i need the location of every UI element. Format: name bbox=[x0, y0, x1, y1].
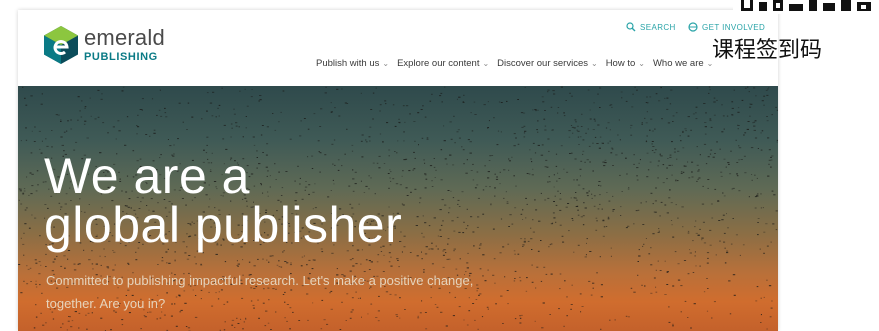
logo-wordmark: emerald bbox=[84, 25, 165, 50]
hero-title-line-1: We are a bbox=[44, 148, 250, 204]
site-header: emerald PUBLISHING SEARCH GET INVOLVED P… bbox=[18, 10, 778, 86]
emerald-logo-mark bbox=[44, 26, 78, 64]
search-icon bbox=[626, 22, 636, 32]
nav-item-services[interactable]: Discover our services ⌄ bbox=[497, 58, 598, 69]
chevron-down-icon: ⌄ bbox=[482, 59, 490, 68]
nav-item-how-to[interactable]: How to ⌄ bbox=[606, 58, 645, 69]
qr-code-fragment bbox=[733, 0, 879, 14]
nav-item-label: Explore our content bbox=[397, 58, 480, 69]
account-label: GET INVOLVED bbox=[702, 22, 766, 32]
hero-banner: We are a global publisher Committed to p… bbox=[18, 86, 778, 331]
main-nav: Publish with us ⌄ Explore our content ⌄ … bbox=[316, 58, 721, 69]
emerald-logo[interactable]: emerald PUBLISHING bbox=[44, 24, 184, 68]
browser-page: emerald PUBLISHING SEARCH GET INVOLVED P… bbox=[18, 10, 778, 331]
nav-item-label: Discover our services bbox=[497, 58, 588, 69]
hero-subtitle: Committed to publishing impactful resear… bbox=[46, 273, 474, 311]
chevron-down-icon: ⌄ bbox=[638, 59, 645, 68]
nav-item-label: How to bbox=[605, 58, 636, 69]
search-label: SEARCH bbox=[640, 22, 676, 32]
nav-item-label: Publish with us bbox=[316, 58, 380, 69]
hero-title: We are a global publisher bbox=[44, 148, 403, 253]
nav-item-label: Who we are bbox=[652, 58, 704, 69]
overlay-caption: 课程签到码 bbox=[712, 37, 823, 62]
chevron-down-icon: ⌄ bbox=[382, 59, 390, 68]
nav-item-explore[interactable]: Explore our content ⌄ bbox=[397, 58, 489, 69]
search-link[interactable]: SEARCH bbox=[626, 22, 676, 32]
account-link[interactable]: GET INVOLVED bbox=[688, 22, 765, 32]
nav-item-publish[interactable]: Publish with us ⌄ bbox=[316, 58, 389, 69]
user-icon bbox=[688, 22, 698, 32]
hero-title-line-2: global publisher bbox=[44, 197, 403, 253]
logo-subtitle: PUBLISHING bbox=[84, 51, 158, 63]
nav-item-who-we-are[interactable]: Who we are ⌄ bbox=[653, 58, 713, 69]
chevron-down-icon: ⌄ bbox=[590, 59, 598, 68]
